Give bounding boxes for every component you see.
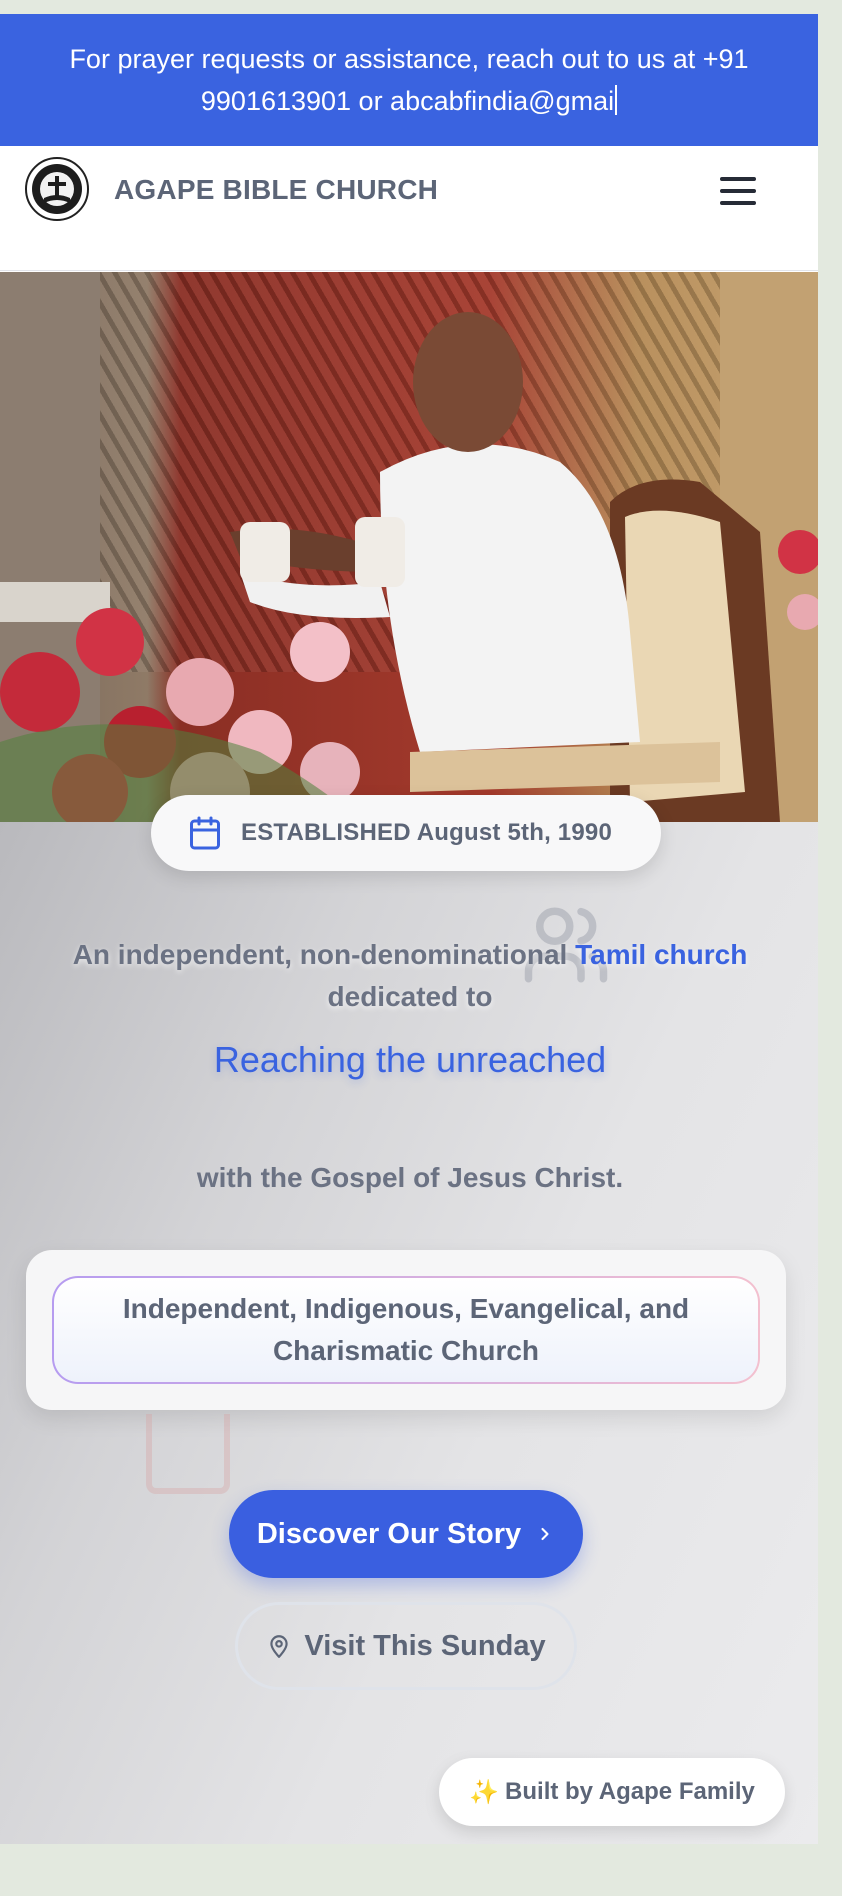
text-cursor (615, 85, 618, 115)
pastor-photo (0, 272, 818, 822)
calendar-icon (190, 816, 220, 850)
announcement-text: For prayer requests or assistance, reach… (69, 44, 749, 116)
menu-icon[interactable] (718, 174, 758, 208)
gospel-text: with the Gospel of Jesus Christ. (196, 1162, 624, 1193)
menu-bar (720, 177, 756, 181)
established-badge: ESTABLISHED August 5th, 1990 (151, 795, 661, 871)
intro-suffix: dedicated to (327, 981, 493, 1012)
identity-card: Independent, Indigenous, Evangelical, an… (26, 1250, 786, 1410)
identity-text: Independent, Indigenous, Evangelical, an… (54, 1278, 758, 1382)
menu-bar (720, 201, 756, 205)
location-pin-icon (270, 1635, 289, 1658)
chevron-right-icon (541, 1527, 549, 1541)
decorative-book-icon (146, 1414, 230, 1494)
announcement-banner: For prayer requests or assistance, reach… (0, 14, 818, 146)
navbar: AGAPE BIBLE CHURCH (0, 146, 818, 271)
page: For prayer requests or assistance, reach… (0, 14, 818, 1844)
tagline: Reaching the unreached (213, 1039, 607, 1080)
discover-story-button[interactable]: Discover Our Story (229, 1490, 583, 1578)
identity-card-border: Independent, Indigenous, Evangelical, an… (52, 1276, 760, 1384)
built-by-badge[interactable]: ✨ Built by Agape Family (439, 1758, 785, 1826)
established-text: ESTABLISHED August 5th, 1990 (241, 819, 612, 846)
intro-accent: Tamil church (575, 939, 748, 970)
intro-prefix: An independent, non-denominational (72, 939, 568, 970)
sparkle-icon: ✨ (469, 1778, 500, 1806)
menu-bar (720, 189, 756, 193)
visit-sunday-label: Visit This Sunday (304, 1629, 546, 1662)
discover-story-label: Discover Our Story (256, 1517, 522, 1550)
church-logo[interactable] (24, 156, 90, 222)
intro-text: An independent, non-denominational Tamil… (30, 934, 790, 1018)
site-title[interactable]: AGAPE BIBLE CHURCH (114, 174, 438, 206)
built-by-text: Built by Agape Family (505, 1778, 755, 1805)
visit-sunday-button[interactable]: Visit This Sunday (235, 1602, 577, 1690)
hero-photo (0, 272, 818, 822)
